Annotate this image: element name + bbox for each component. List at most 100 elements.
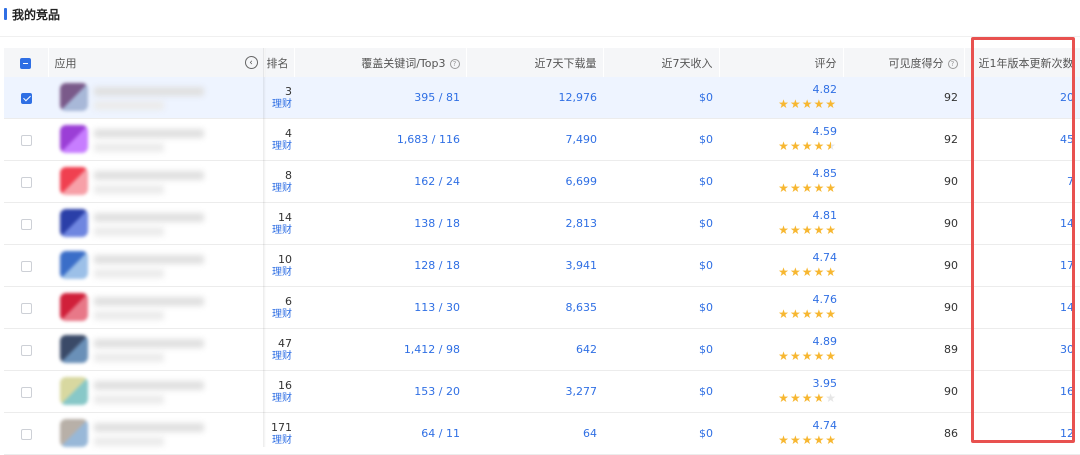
keywords-cell[interactable]: 1,683 / 116 <box>294 118 466 161</box>
updates-cell[interactable]: 20 <box>964 77 1080 119</box>
app-icon[interactable] <box>60 419 88 447</box>
downloads-cell[interactable]: 2,813 <box>466 202 603 245</box>
keywords-cell[interactable]: 128 / 18 <box>294 244 466 287</box>
app-icon[interactable] <box>60 335 88 363</box>
downloads-cell[interactable]: 64 <box>466 412 603 455</box>
row-select-cell[interactable] <box>4 412 48 455</box>
row-select-cell[interactable] <box>4 328 48 371</box>
app-cell[interactable] <box>48 286 264 329</box>
header-downloads[interactable]: 近7天下载量 <box>466 48 604 77</box>
keywords-cell[interactable]: 138 / 18 <box>294 202 466 245</box>
updates-cell[interactable]: 14 <box>964 202 1080 245</box>
rank-category[interactable]: 理财 <box>266 224 292 237</box>
revenue-cell[interactable]: $0 <box>603 118 719 161</box>
keywords-cell[interactable]: 64 / 11 <box>294 412 466 455</box>
downloads-cell[interactable]: 6,699 <box>466 160 603 203</box>
updates-cell[interactable]: 7 <box>964 160 1080 203</box>
table-row[interactable]: 4 理财 1,683 / 116 7,490 $0 4.59 ★★★★★ 92 … <box>4 118 1080 161</box>
app-icon[interactable] <box>60 293 88 321</box>
chevron-left-circle-icon[interactable]: ‹ <box>244 56 258 69</box>
row-checkbox[interactable] <box>20 386 32 398</box>
app-cell[interactable] <box>48 328 264 371</box>
table-row[interactable]: 8 理财 162 / 24 6,699 $0 4.85 ★★★★★ 90 7 <box>4 160 1080 203</box>
select-all-checkbox[interactable] <box>20 57 32 69</box>
table-row[interactable]: 3 理财 395 / 81 12,976 $0 4.82 ★★★★★ 92 20 <box>4 77 1080 119</box>
row-select-cell[interactable] <box>4 202 48 245</box>
updates-cell[interactable]: 14 <box>964 286 1080 329</box>
app-icon[interactable] <box>60 83 88 111</box>
rank-category[interactable]: 理财 <box>266 182 292 195</box>
downloads-cell[interactable]: 12,976 <box>466 77 603 119</box>
app-cell[interactable] <box>48 160 264 203</box>
app-cell[interactable] <box>48 77 264 119</box>
keywords-cell[interactable]: 162 / 24 <box>294 160 466 203</box>
rank-category[interactable]: 理财 <box>266 98 292 111</box>
revenue-cell[interactable]: $0 <box>603 328 719 371</box>
rating-value[interactable]: 4.59 <box>725 125 838 139</box>
row-checkbox[interactable] <box>20 218 32 230</box>
row-select-cell[interactable] <box>4 160 48 203</box>
row-checkbox[interactable] <box>20 92 32 104</box>
row-select-cell[interactable] <box>4 286 48 329</box>
keywords-cell[interactable]: 113 / 30 <box>294 286 466 329</box>
updates-cell[interactable]: 45 <box>964 118 1080 161</box>
updates-cell[interactable]: 30 <box>964 328 1080 371</box>
row-select-cell[interactable] <box>4 118 48 161</box>
header-updates[interactable]: 近1年版本更新次数 <box>964 48 1080 77</box>
row-checkbox[interactable] <box>20 176 32 188</box>
row-checkbox[interactable] <box>20 134 32 146</box>
header-keywords[interactable]: 覆盖关键词/Top3? <box>294 48 467 77</box>
app-cell[interactable] <box>48 244 264 287</box>
downloads-cell[interactable]: 642 <box>466 328 603 371</box>
rank-category[interactable]: 理财 <box>266 350 292 363</box>
rank-category[interactable]: 理财 <box>266 308 292 321</box>
header-rank[interactable]: 排名 <box>264 48 295 77</box>
rating-value[interactable]: 4.81 <box>725 209 838 223</box>
rating-value[interactable]: 4.89 <box>725 335 838 349</box>
question-circle-icon[interactable]: ? <box>947 58 958 69</box>
app-icon[interactable] <box>60 125 88 153</box>
downloads-cell[interactable]: 3,277 <box>466 370 603 413</box>
keywords-cell[interactable]: 1,412 / 98 <box>294 328 466 371</box>
keywords-cell[interactable]: 395 / 81 <box>294 77 466 119</box>
row-select-cell[interactable] <box>4 370 48 413</box>
question-circle-icon[interactable]: ? <box>449 58 460 69</box>
table-row[interactable]: 16 理财 153 / 20 3,277 $0 3.95 ★★★★★ 90 16 <box>4 370 1080 413</box>
revenue-cell[interactable]: $0 <box>603 202 719 245</box>
keywords-cell[interactable]: 153 / 20 <box>294 370 466 413</box>
revenue-cell[interactable]: $0 <box>603 412 719 455</box>
app-cell[interactable] <box>48 370 264 413</box>
downloads-cell[interactable]: 3,941 <box>466 244 603 287</box>
revenue-cell[interactable]: $0 <box>603 244 719 287</box>
rating-value[interactable]: 4.85 <box>725 167 838 181</box>
revenue-cell[interactable]: $0 <box>603 160 719 203</box>
downloads-cell[interactable]: 8,635 <box>466 286 603 329</box>
table-row[interactable]: 6 理财 113 / 30 8,635 $0 4.76 ★★★★★ 90 14 <box>4 286 1080 329</box>
row-checkbox[interactable] <box>20 344 32 356</box>
app-cell[interactable] <box>48 202 264 245</box>
app-icon[interactable] <box>60 167 88 195</box>
table-row[interactable]: 171 理财 64 / 11 64 $0 4.74 ★★★★★ 86 12 <box>4 412 1080 455</box>
row-checkbox[interactable] <box>20 260 32 272</box>
rank-category[interactable]: 理财 <box>266 434 292 447</box>
downloads-cell[interactable]: 7,490 <box>466 118 603 161</box>
updates-cell[interactable]: 16 <box>964 370 1080 413</box>
row-checkbox[interactable] <box>20 302 32 314</box>
rating-value[interactable]: 4.74 <box>725 251 838 265</box>
table-row[interactable]: 10 理财 128 / 18 3,941 $0 4.74 ★★★★★ 90 17 <box>4 244 1080 287</box>
header-select-all[interactable] <box>4 48 49 77</box>
header-revenue[interactable]: 近7天收入 <box>603 48 720 77</box>
rating-value[interactable]: 3.95 <box>725 377 838 391</box>
updates-cell[interactable]: 17 <box>964 244 1080 287</box>
rating-value[interactable]: 4.74 <box>725 419 838 433</box>
table-row[interactable]: 14 理财 138 / 18 2,813 $0 4.81 ★★★★★ 90 14 <box>4 202 1080 245</box>
row-select-cell[interactable] <box>4 244 48 287</box>
app-icon[interactable] <box>60 377 88 405</box>
rank-category[interactable]: 理财 <box>266 140 292 153</box>
revenue-cell[interactable]: $0 <box>603 370 719 413</box>
header-visibility[interactable]: 可见度得分? <box>843 48 965 77</box>
row-select-cell[interactable] <box>4 77 48 119</box>
table-row[interactable]: 47 理财 1,412 / 98 642 $0 4.89 ★★★★★ 89 30 <box>4 328 1080 371</box>
rank-category[interactable]: 理财 <box>266 392 292 405</box>
rating-value[interactable]: 4.82 <box>725 83 838 97</box>
